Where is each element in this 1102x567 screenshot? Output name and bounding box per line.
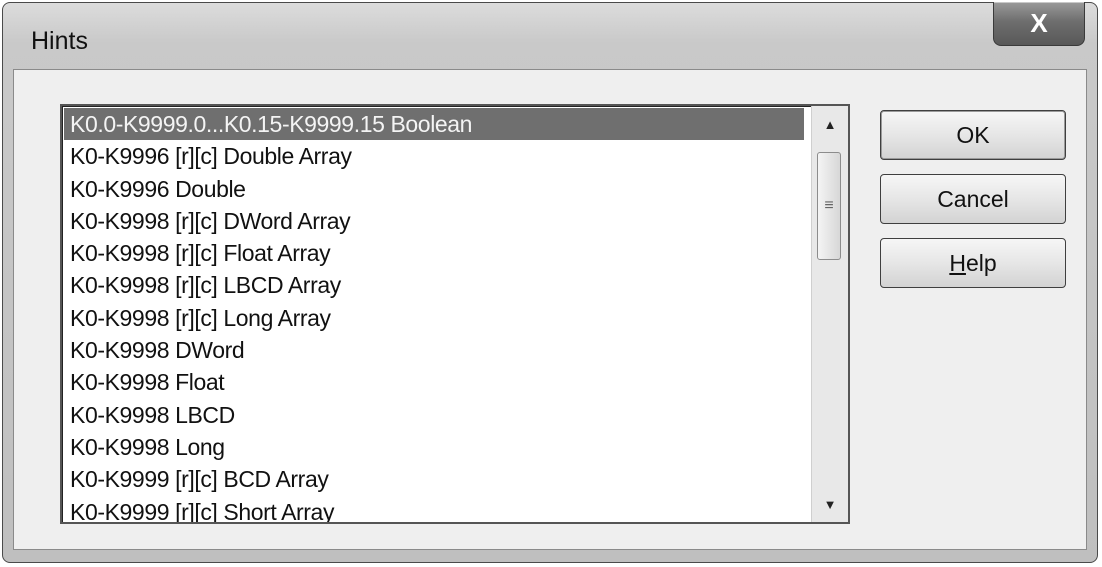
list-item[interactable]: K0-K9998 LBCD [64, 399, 804, 431]
ok-button[interactable]: OK [880, 110, 1066, 160]
close-icon: X [1030, 8, 1048, 38]
list-item[interactable]: K0-K9996 Double [64, 173, 804, 205]
list-item[interactable]: K0-K9999 [r][c] BCD Array [64, 463, 804, 495]
hints-listbox[interactable]: K0.0-K9999.0...K0.15-K9999.15 Boolean K0… [60, 104, 850, 524]
list-item[interactable]: K0.0-K9999.0...K0.15-K9999.15 Boolean [64, 108, 804, 141]
hints-list: K0.0-K9999.0...K0.15-K9999.15 Boolean K0… [64, 108, 804, 522]
cancel-button[interactable]: Cancel [880, 174, 1066, 224]
vertical-scrollbar[interactable]: ▲ ≡ ▼ [811, 106, 848, 522]
dialog-client-area: K0.0-K9999.0...K0.15-K9999.15 Boolean K0… [13, 69, 1087, 550]
close-button[interactable]: X [993, 2, 1085, 46]
list-item[interactable]: K0-K9998 DWord [64, 334, 804, 366]
dialog-title: Hints [31, 27, 88, 55]
scrollbar-thumb[interactable]: ≡ [817, 152, 841, 260]
list-item[interactable]: K0-K9998 Float [64, 366, 804, 398]
scroll-down-button[interactable]: ▼ [812, 486, 848, 522]
list-item[interactable]: K0-K9998 [r][c] LBCD Array [64, 269, 804, 301]
list-item[interactable]: K0-K9998 [r][c] Long Array [64, 302, 804, 334]
scroll-up-button[interactable]: ▲ [812, 106, 848, 142]
list-item[interactable]: K0-K9998 [r][c] Float Array [64, 237, 804, 269]
help-mnemonic: H [949, 249, 966, 276]
hints-dialog: Hints X K0.0-K9999.0...K0.15-K9999.15 Bo… [2, 2, 1098, 563]
down-arrow-icon: ▼ [823, 496, 837, 512]
help-label-rest: elp [965, 249, 997, 276]
help-button[interactable]: Help [880, 238, 1066, 288]
list-item[interactable]: K0-K9998 Long [64, 431, 804, 463]
list-item[interactable]: K0-K9996 [r][c] Double Array [64, 140, 804, 172]
up-arrow-icon: ▲ [823, 116, 837, 132]
list-item[interactable]: K0-K9998 [r][c] DWord Array [64, 205, 804, 237]
thumb-grip-icon: ≡ [824, 197, 834, 214]
list-item[interactable]: K0-K9999 [r][c] Short Array [64, 496, 804, 522]
